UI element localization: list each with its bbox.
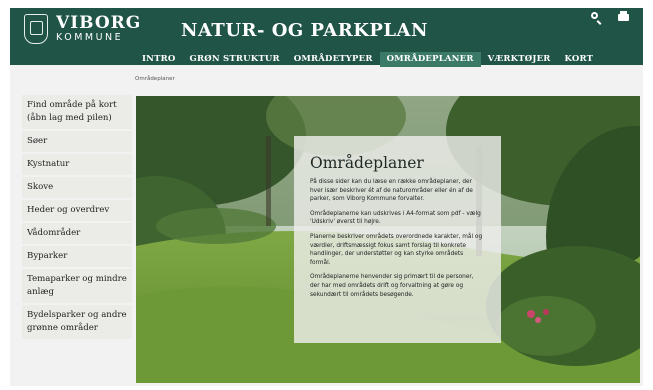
sidebar-item-kystnatur[interactable]: Kystnatur: [22, 154, 132, 177]
nav-item-omraadetyper[interactable]: OMRÅDETYPER: [287, 52, 380, 67]
logo[interactable]: VIBORG KOMMUNE: [24, 14, 141, 44]
sidebar-item-heder[interactable]: Heder og overdrev: [22, 200, 132, 223]
sidebar-item-soeer[interactable]: Søer: [22, 131, 132, 154]
intro-paragraph: På disse sider kan du læse en række områ…: [310, 179, 473, 203]
nav-item-groen-struktur[interactable]: GRØN STRUKTUR: [183, 52, 287, 67]
site-header: VIBORG KOMMUNE NATUR- OG PARKPLAN INTRO …: [10, 8, 643, 67]
hero-image: Områdeplaner På disse sider kan du læse …: [136, 96, 640, 383]
nav-item-vaerktoejer[interactable]: VÆRKTØJER: [481, 52, 558, 67]
nav-item-intro[interactable]: INTRO: [135, 52, 183, 67]
intro-paragraph: Områdeplanerne henvender sig primært til…: [310, 274, 474, 298]
intro-panel: Områdeplaner På disse sider kan du læse …: [294, 136, 501, 343]
intro-paragraph: Områdeplanerne kan udskrives i A4-format…: [310, 210, 481, 226]
sidebar-item-temaparker[interactable]: Temaparker og mindre anlæg: [22, 269, 132, 305]
sidebar-item-skove[interactable]: Skove: [22, 177, 132, 200]
sidebar-item-byparker[interactable]: Byparker: [22, 246, 132, 269]
sidebar-item-bydelsparker[interactable]: Bydelsparker og andre grønne områder: [22, 305, 132, 341]
print-icon[interactable]: [617, 11, 631, 25]
sidebar-item-find-omraade[interactable]: Find område på kort (åbn lag med pilen): [22, 95, 132, 131]
intro-paragraph: Planerne beskriver områdets overordnede …: [310, 233, 483, 266]
header-tools: [589, 11, 631, 25]
breadcrumb[interactable]: Områdeplaner: [135, 76, 175, 82]
page-title: Områdeplaner: [310, 154, 424, 172]
sidebar: Find område på kort (åbn lag med pilen) …: [22, 95, 132, 341]
logo-sub: KOMMUNE: [56, 32, 124, 44]
sidebar-item-vaadomraader[interactable]: Vådområder: [22, 223, 132, 246]
crest-icon: [24, 14, 48, 44]
nav-item-kort[interactable]: KORT: [558, 52, 601, 67]
nav-item-omraadeplaner[interactable]: OMRÅDEPLANER: [379, 52, 481, 67]
page-frame: VIBORG KOMMUNE NATUR- OG PARKPLAN INTRO …: [10, 8, 643, 386]
site-title: NATUR- OG PARKPLAN: [181, 20, 428, 41]
search-icon[interactable]: [589, 11, 603, 25]
main-nav: INTRO GRØN STRUKTUR OMRÅDETYPER OMRÅDEPL…: [135, 52, 600, 67]
logo-text: VIBORG KOMMUNE: [56, 15, 141, 43]
logo-name: VIBORG: [56, 13, 142, 34]
